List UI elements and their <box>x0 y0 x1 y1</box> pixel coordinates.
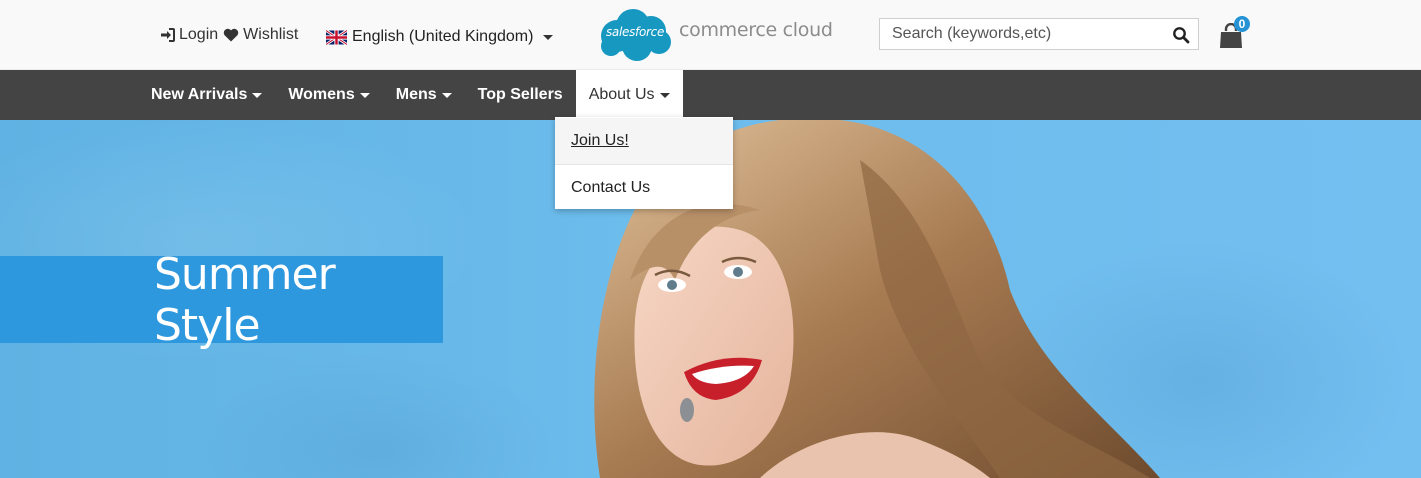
brand-logo[interactable]: salesforce commerce cloud <box>595 6 835 64</box>
nav-item-new-arrivals[interactable]: New Arrivals <box>138 70 275 120</box>
login-label: Login <box>179 26 219 43</box>
sign-in-icon <box>161 28 175 42</box>
search-box <box>879 18 1199 50</box>
chevron-down-icon <box>441 92 452 98</box>
salesforce-cloud-icon: salesforce <box>595 6 675 64</box>
nav-item-label: Top Sellers <box>477 86 563 103</box>
utility-links: Login Wishlist <box>160 26 298 44</box>
dropdown-item-contact-us[interactable]: Contact Us <box>555 165 733 210</box>
chevron-down-icon <box>543 34 554 40</box>
main-navigation: New Arrivals Womens Mens Top Sellers Abo… <box>0 70 1421 120</box>
dropdown-item-label: Join Us! <box>571 132 629 149</box>
nav-item-mens[interactable]: Mens <box>383 70 465 120</box>
dropdown-item-label: Contact Us <box>571 178 651 196</box>
search-input[interactable] <box>880 19 1160 49</box>
logo-text: commerce cloud <box>679 19 833 41</box>
locale-label: English (United Kingdom) <box>352 28 534 45</box>
nav-item-womens[interactable]: Womens <box>275 70 382 120</box>
about-us-dropdown-menu: Join Us! Contact Us <box>555 117 733 209</box>
chevron-down-icon <box>359 92 370 98</box>
nav-item-top-sellers[interactable]: Top Sellers <box>465 70 576 120</box>
cart-count-badge: 0 <box>1234 16 1250 32</box>
nav-item-about-us[interactable]: About Us <box>575 70 683 120</box>
nav-item-label: Womens <box>288 86 355 103</box>
nav-item-label: Mens <box>395 86 437 103</box>
hero-title: Summer Style <box>154 248 336 351</box>
dropdown-item-join-us[interactable]: Join Us! <box>555 118 733 164</box>
chevron-down-icon <box>252 92 263 98</box>
site-header: Login Wishlist English (United Kingdom) <box>0 0 1421 70</box>
uk-flag-icon <box>326 29 347 45</box>
hero-title-banner: Summer Style <box>0 249 443 351</box>
wishlist-link[interactable]: Wishlist <box>223 26 298 44</box>
minicart[interactable]: 0 <box>1216 16 1250 48</box>
chevron-down-icon <box>659 92 670 98</box>
locale-selector[interactable]: English (United Kingdom) <box>326 28 554 46</box>
nav-item-label: About Us <box>588 86 655 103</box>
logo-cloud-text: salesforce <box>605 25 665 39</box>
nav-item-label: New Arrivals <box>151 86 248 103</box>
heart-icon <box>223 28 239 42</box>
nav-list: New Arrivals Womens Mens Top Sellers Abo… <box>138 70 683 120</box>
search-icon[interactable] <box>1172 26 1190 44</box>
wishlist-label: Wishlist <box>243 26 299 43</box>
login-link[interactable]: Login <box>160 26 218 44</box>
